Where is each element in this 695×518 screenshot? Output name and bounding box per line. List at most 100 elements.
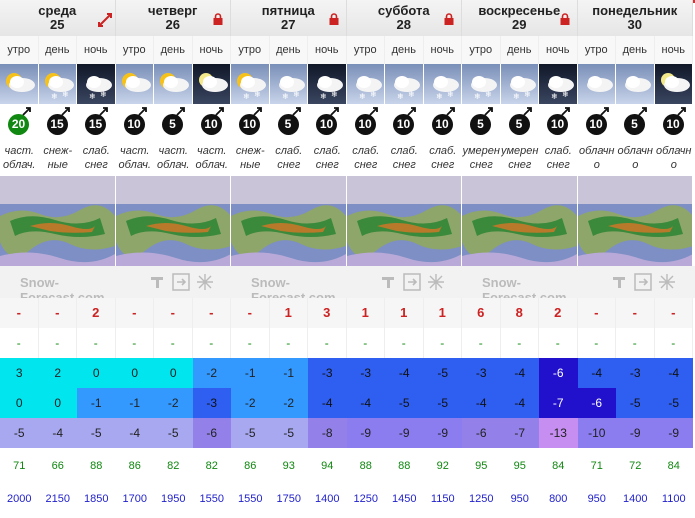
wind-cell: 5 <box>616 104 655 140</box>
summary-line: о <box>632 159 639 171</box>
snow-value: - <box>231 298 270 328</box>
max-temp-value: -5 <box>423 358 462 388</box>
humidity-value: 71 <box>590 460 603 472</box>
min-temp-value: 0 <box>0 388 39 418</box>
freezing-level-value: 1250 <box>469 493 494 505</box>
sun-cloud-snow-icon: ❄ ❄ <box>38 64 77 104</box>
wind-cell: 20 <box>0 104 39 140</box>
summary-line: облачн <box>617 145 653 157</box>
snow-value: 8 <box>500 298 539 328</box>
wind-chill-value: -8 <box>308 418 347 448</box>
lock-icon[interactable] <box>443 12 455 25</box>
forecast-map-image[interactable] <box>231 176 347 266</box>
min-temp-value: -7 <box>539 388 578 418</box>
snow-value: 2 <box>77 298 116 328</box>
summary-line: част. <box>120 145 150 157</box>
summary-text: слаб. снег <box>423 140 462 176</box>
summary-line: част. <box>158 145 188 157</box>
max-temp-value: -3 <box>308 358 347 388</box>
summary-line: облач. <box>3 159 36 171</box>
summary-line: облачн <box>656 145 692 157</box>
wind-chill-row: -5 -4 -5 -4 -5 -6 -5 -5 -8 -9 -9 -9 -6 -7 -13 -10 -9 -9 <box>0 418 695 448</box>
snow-value: 3 <box>308 298 347 328</box>
cloud-snow-icon: ❄ ❄ <box>423 64 462 104</box>
refresh-icon[interactable] <box>171 273 190 291</box>
snow-value: - <box>115 298 154 328</box>
period-label: день <box>154 36 193 64</box>
summary-line: умерен <box>501 145 539 157</box>
wind-speed: 5 <box>162 114 183 135</box>
wind-chill-value: -4 <box>38 418 77 448</box>
sun-cloud-icon <box>115 64 154 104</box>
cloud-snow-icon: ❄ ❄ <box>346 64 385 104</box>
humidity-value: 94 <box>321 460 334 472</box>
summary-line: слаб. <box>390 145 418 157</box>
refresh-icon[interactable] <box>402 273 421 291</box>
brand-row: Snow-Forecast.com Snow-Forecast.com Snow-F… <box>0 266 695 305</box>
day-header-row: среда 25 четверг 26 пятница 27 суббота 28 воскре… <box>0 0 695 36</box>
summary-line: ные <box>47 159 68 171</box>
cloud-snow-night-icon: ❄ ❄ <box>308 64 347 104</box>
snowflake-icon[interactable] <box>427 273 445 291</box>
forecast-map-image[interactable] <box>0 176 116 266</box>
summary-text: слаб. снег <box>308 140 347 176</box>
svg-text:❄: ❄ <box>100 90 107 99</box>
svg-text:❄: ❄ <box>551 92 558 101</box>
max-temp-value: 0 <box>115 358 154 388</box>
wind-cell: 15 <box>39 104 78 140</box>
period-label: утро <box>346 36 385 64</box>
weather-icon-row: ❄ ❄ ❄ ❄ ❄ ❄ ❄ ❄ ❄ ❄ ❄ ❄ ❄ ❄ ❄ ❄ ❄ ❄ ❄ ❄ ❄ ❄ <box>0 64 695 104</box>
summary-text: умерен снег <box>500 140 539 176</box>
summary-text: облачн о <box>654 140 693 176</box>
lock-icon[interactable] <box>328 12 340 25</box>
wind-cell: 10 <box>193 104 232 140</box>
wind-chill-value: -13 <box>539 418 578 448</box>
expand-arrows-icon[interactable] <box>97 12 112 27</box>
wind-speed: 10 <box>393 114 414 135</box>
forecast-map-image[interactable] <box>577 176 693 266</box>
snowflake-icon[interactable] <box>196 273 214 291</box>
summary-text: облачн о <box>577 140 616 176</box>
svg-text:❄: ❄ <box>293 90 300 99</box>
svg-text:❄: ❄ <box>243 92 250 101</box>
rain-value: - <box>154 328 193 358</box>
max-temp-row: 3 2 0 0 0 -2 -1 -1 -3 -3 -4 -5 -3 -4 -6 -4 -3 -4 <box>0 358 695 388</box>
summary-line: снег <box>392 159 416 171</box>
svg-text:❄: ❄ <box>282 92 289 101</box>
refresh-icon[interactable] <box>633 273 652 291</box>
humidity-value: 84 <box>667 460 680 472</box>
freezing-level-value: 1750 <box>276 493 301 505</box>
lock-icon[interactable] <box>212 12 224 25</box>
forecast-map-image[interactable] <box>346 176 462 266</box>
summary-text: част. облач. <box>154 140 193 176</box>
min-temp-value: -2 <box>231 388 270 418</box>
zoom-in-icon[interactable] <box>610 273 628 291</box>
summary-line: умерен <box>462 145 500 157</box>
lock-icon[interactable] <box>559 12 571 25</box>
zoom-in-icon[interactable] <box>379 273 397 291</box>
freezing-level-value: 2150 <box>45 493 70 505</box>
summary-line: част. <box>4 145 34 157</box>
humidity-value: 82 <box>167 460 180 472</box>
zoom-in-icon[interactable] <box>148 273 166 291</box>
forecast-map-image[interactable] <box>462 176 578 266</box>
summary-line: слаб. <box>313 145 341 157</box>
snow-value: 1 <box>346 298 385 328</box>
rain-value: - <box>385 328 424 358</box>
wind-cell: 10 <box>231 104 270 140</box>
map-controls <box>347 266 463 298</box>
svg-text:❄: ❄ <box>562 90 569 99</box>
forecast-map-image[interactable] <box>115 176 231 266</box>
period-row: утро день ночь утро день ночь утро день ночь утро… <box>0 36 695 64</box>
wind-chill-value: -5 <box>77 418 116 448</box>
snowflake-icon[interactable] <box>658 273 676 291</box>
map-controls <box>116 266 232 298</box>
cloud-snow-icon: ❄ ❄ <box>385 64 424 104</box>
humidity-value: 88 <box>359 460 372 472</box>
min-temp-value: -5 <box>616 388 655 418</box>
snow-value: - <box>577 298 616 328</box>
wind-chill-value: -9 <box>423 418 462 448</box>
cloud-snow-night-icon: ❄ ❄ <box>77 64 116 104</box>
cloud-snow-icon: ❄ ❄ <box>500 64 539 104</box>
wind-row: 20 15 15 10 5 10 10 5 10 10 10 10 5 5 10 10 5 10 <box>0 104 695 140</box>
